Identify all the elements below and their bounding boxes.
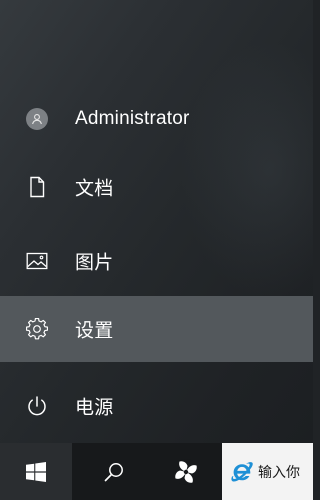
start-menu-panel: Administrator 文档 图片 设置 电源 [0,0,313,443]
start-button[interactable] [0,443,72,500]
taskbar-search-box[interactable]: 输入你 [222,443,313,500]
taskbar: 输入你 [0,443,313,500]
taskbar-pinned-app[interactable] [150,443,222,500]
windows-logo-icon [26,461,46,482]
start-menu-pictures[interactable]: 图片 [0,228,313,294]
ie-browser-icon [230,461,254,483]
start-menu-settings[interactable]: 设置 [0,296,313,362]
user-name-label: Administrator [75,108,190,129]
taskbar-search-button[interactable] [78,443,150,500]
start-menu-power[interactable]: 电源 [0,373,313,439]
settings-label: 设置 [75,319,114,342]
search-box-placeholder: 输入你 [258,464,300,481]
pinwheel-app-icon [172,458,200,486]
pictures-icon [24,248,50,274]
power-icon [24,393,50,419]
gear-icon [24,316,50,342]
user-avatar-icon [24,106,50,132]
documents-label: 文档 [75,177,114,200]
pictures-label: 图片 [75,251,114,274]
document-icon [24,174,50,200]
search-icon [103,461,125,483]
start-menu-user-account[interactable]: Administrator [0,86,313,152]
start-menu-documents[interactable]: 文档 [0,154,313,220]
power-label: 电源 [75,396,114,419]
